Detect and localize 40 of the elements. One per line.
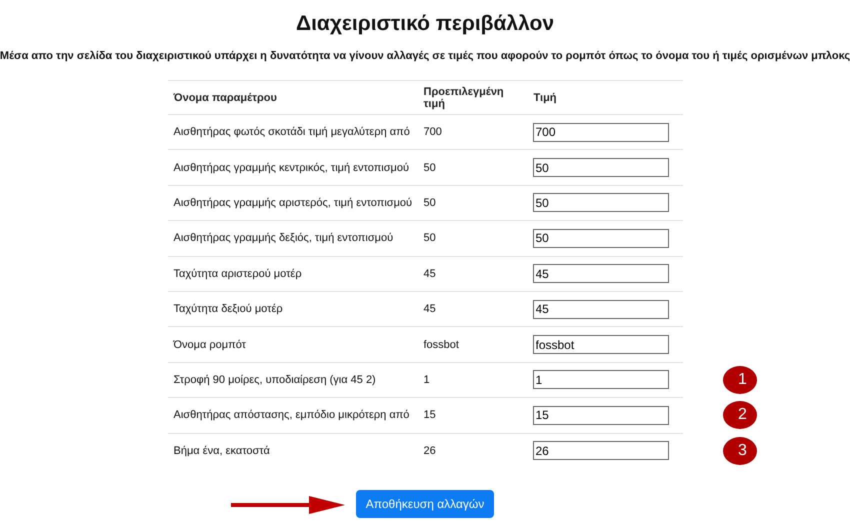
page-title: Διαχειριστικό περιβάλλον bbox=[296, 12, 554, 36]
number-badge: 1 bbox=[722, 366, 756, 394]
parameter-name: Αισθητήρας απόστασης, εμπόδιο μικρότερη από bbox=[172, 409, 410, 422]
default-value: fossbot bbox=[422, 338, 460, 351]
value-input[interactable]: 50 bbox=[532, 228, 668, 248]
parameter-name: Αισθητήρας γραμμής αριστερός, τιμή εντοπισμού bbox=[172, 196, 414, 209]
value-input[interactable]: 1 bbox=[532, 370, 668, 390]
value-input[interactable]: 50 bbox=[532, 193, 668, 212]
number-badge: 2 bbox=[722, 401, 756, 430]
default-value: 15 bbox=[422, 409, 437, 422]
column-header: Τιμή bbox=[532, 92, 558, 104]
parameter-name: Αισθητήρας φωτός σκοτάδι τιμή μεγαλύτερη από bbox=[172, 126, 411, 138]
save-button[interactable]: Αποθήκευση αλλαγών bbox=[356, 490, 494, 518]
value-input[interactable]: fossbot bbox=[532, 335, 668, 354]
default-value: 26 bbox=[422, 444, 437, 457]
parameter-name: Αισθητήρας γραμμής δεξιός, τιμή εντοπισμού bbox=[172, 232, 394, 244]
page-description: Μέσα απο την σελίδα του διαχειριστικού υπάρχει η δυνατότητα να γίνουν αλλαγές σε τιμές που αφορούν το ρομπότ όπως το όνομα του ή τιμές ορισμένων μπλοκς bbox=[0, 50, 850, 62]
default-value: 50 bbox=[422, 162, 437, 174]
default-value: 50 bbox=[422, 232, 437, 244]
value-input[interactable]: 45 bbox=[532, 264, 668, 284]
column-header: Προεπιλεγμένη τιμή bbox=[422, 86, 505, 110]
default-value: 1 bbox=[422, 374, 431, 386]
default-value: 45 bbox=[422, 268, 437, 280]
parameter-name: Ταχύτητα αριστερού μοτέρ bbox=[172, 268, 303, 280]
column-header: Όνομα παραμέτρου bbox=[172, 92, 278, 104]
default-value: 45 bbox=[422, 303, 437, 316]
parameter-name: Στροφή 90 μοίρες, υποδιαίρεση (για 45 2) bbox=[172, 374, 377, 386]
value-input[interactable]: 26 bbox=[532, 441, 668, 460]
number-badge: 3 bbox=[722, 436, 756, 465]
parameter-name: Αισθητήρας γραμμής κεντρικός, τιμή εντοπισμού bbox=[172, 162, 410, 174]
value-input[interactable]: 50 bbox=[532, 158, 668, 178]
default-value: 700 bbox=[422, 126, 443, 138]
value-input[interactable]: 15 bbox=[532, 406, 668, 425]
value-input[interactable]: 700 bbox=[532, 122, 668, 142]
arrow-icon bbox=[230, 496, 345, 514]
value-input[interactable]: 45 bbox=[532, 300, 668, 319]
parameter-name: Βήμα ένα, εκατοστά bbox=[172, 444, 271, 457]
default-value: 50 bbox=[422, 196, 437, 209]
parameter-name: Όνομα ρομπότ bbox=[172, 338, 247, 351]
parameter-name: Ταχύτητα δεξιού μοτέρ bbox=[172, 303, 284, 316]
